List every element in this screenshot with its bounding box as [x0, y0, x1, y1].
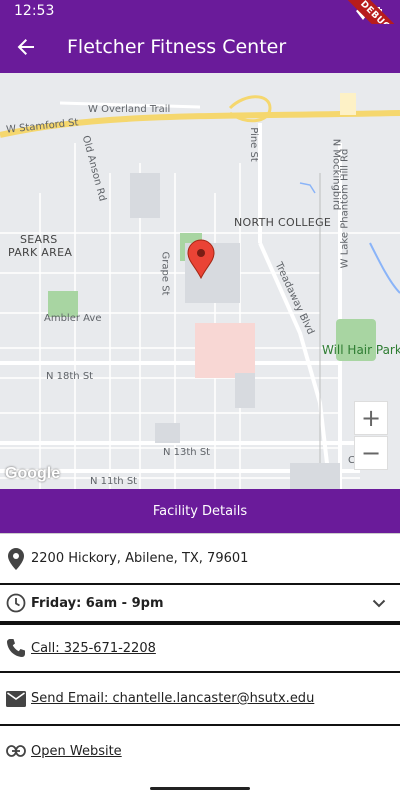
email-icon	[1, 690, 31, 707]
send-email-link[interactable]: Send Email: chantelle.lancaster@hsutx.ed…	[31, 691, 314, 706]
map-label-grape-st: Grape St	[159, 251, 171, 296]
facility-details-header: Facility Details	[0, 489, 400, 533]
email-row[interactable]: Send Email: chantelle.lancaster@hsutx.ed…	[0, 673, 400, 726]
map-label-pine-st: Pine St	[247, 127, 259, 162]
link-icon	[1, 745, 31, 757]
map-label-n-18th-st: N 18th St	[46, 371, 94, 382]
phone-row[interactable]: Call: 325-671-2208	[0, 623, 400, 673]
map-label-w-overland-trail: W Overland Trail	[88, 104, 171, 115]
map-label-sears: SEARS	[20, 233, 58, 246]
map-canvas	[0, 93, 400, 489]
clock-icon	[1, 593, 31, 613]
hours-row[interactable]: Friday: 6am - 9pm	[0, 585, 400, 623]
google-logo: Google	[5, 465, 61, 482]
map-view[interactable]: W Overland Trail W Stamford St Pine St N…	[0, 73, 400, 489]
arrow-back-icon	[16, 37, 36, 61]
call-link[interactable]: Call: 325-671-2208	[31, 641, 156, 656]
status-time: 12:53	[14, 3, 55, 19]
location-icon	[1, 547, 31, 570]
back-button[interactable]	[10, 33, 42, 65]
home-gesture-handle[interactable]	[150, 787, 250, 790]
phone-icon	[1, 638, 31, 658]
open-website-link[interactable]: Open Website	[31, 744, 122, 759]
map-label-n-13th-st: N 13th St	[163, 447, 211, 458]
app-bar: Fletcher Fitness Center	[0, 24, 400, 73]
map-label-will-hair-park: Will Hair Park	[322, 343, 400, 357]
facility-details-title: Facility Details	[152, 503, 248, 519]
website-row[interactable]: Open Website	[0, 726, 400, 778]
status-bar: 12:53 DEBUG	[0, 0, 400, 61]
map-label-ambler-ave: Ambler Ave	[44, 313, 102, 324]
map-label-park-area: PARK AREA	[8, 246, 73, 259]
map-label-n-11th-st: N 11th St	[90, 476, 138, 487]
zoom-in-button[interactable]: +	[354, 401, 388, 435]
system-nav-bar	[0, 776, 400, 800]
map-label-north-college: NORTH COLLEGE	[234, 216, 332, 229]
address-row: 2200 Hickory, Abilene, TX, 79601	[0, 533, 400, 585]
chevron-down-icon[interactable]	[372, 594, 386, 613]
page-title: Fletcher Fitness Center	[67, 36, 287, 58]
map-label-w-lake-phantom-hill-rd: W Lake Phantom Hill Rd	[339, 148, 351, 269]
address-text: 2200 Hickory, Abilene, TX, 79601	[31, 551, 249, 566]
hours-text: Friday: 6am - 9pm	[31, 595, 164, 611]
zoom-out-button[interactable]: −	[354, 436, 388, 470]
